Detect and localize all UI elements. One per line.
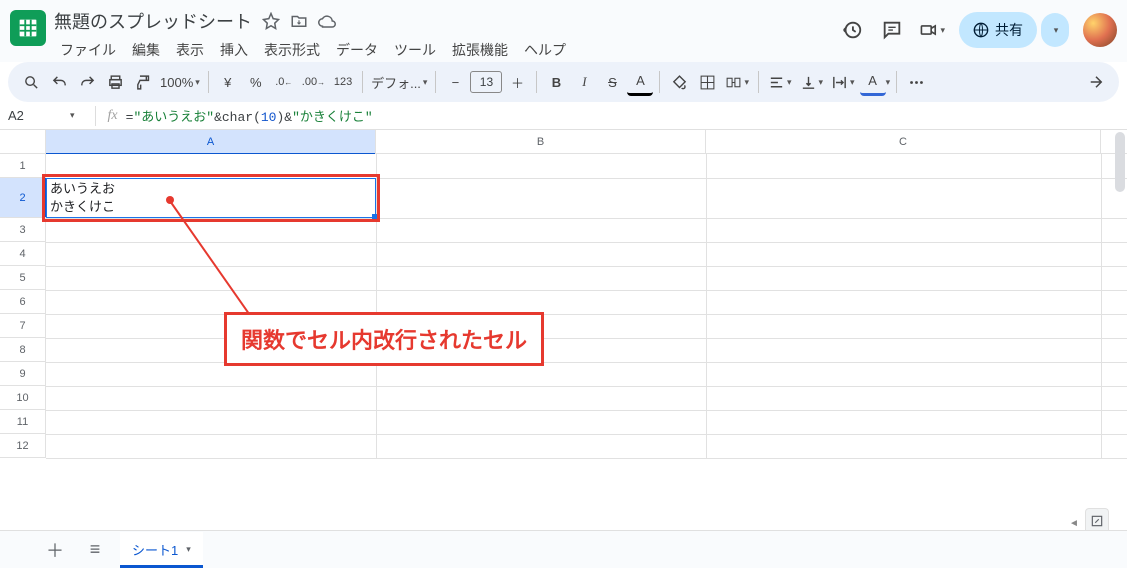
share-label: 共有	[995, 20, 1023, 40]
menu-file[interactable]: ファイル	[54, 36, 122, 64]
borders-button[interactable]	[694, 68, 720, 96]
sheets-logo[interactable]	[10, 10, 46, 46]
doc-title[interactable]: 無題のスプレッドシート	[54, 8, 252, 34]
annotation-callout: 関数でセル内改行されたセル	[224, 312, 544, 366]
text-rotation-button[interactable]: A	[860, 68, 886, 96]
spreadsheet-grid[interactable]: A B C 1 2 3 4 5 6 7 8 9 10 11 12	[0, 130, 1127, 530]
annotation-line	[169, 200, 258, 326]
fontsize-increase[interactable]: ＋	[504, 68, 530, 96]
move-icon[interactable]	[290, 12, 308, 30]
sheet-tab-bar: ＋ ≡ シート1 ▾	[0, 530, 1127, 568]
account-avatar[interactable]	[1083, 13, 1117, 47]
sheet-tab-1[interactable]: シート1 ▾	[120, 532, 203, 568]
more-formats-button[interactable]: 123	[330, 68, 356, 96]
currency-button[interactable]: ¥	[215, 68, 241, 96]
explore-button[interactable]	[1085, 508, 1109, 530]
row-header-11[interactable]: 11	[0, 410, 46, 434]
menu-view[interactable]: 表示	[170, 36, 210, 64]
vertical-scrollbar[interactable]	[1112, 130, 1127, 530]
redo-icon[interactable]	[74, 68, 100, 96]
bold-button[interactable]: B	[543, 68, 569, 96]
menu-extensions[interactable]: 拡張機能	[446, 36, 514, 64]
star-icon[interactable]	[262, 12, 280, 30]
menu-data[interactable]: データ	[330, 36, 384, 64]
merge-button[interactable]: ▾	[722, 68, 752, 96]
sheet-tab-label: シート1	[132, 540, 178, 559]
search-menus-icon[interactable]	[18, 68, 44, 96]
print-icon[interactable]	[102, 68, 128, 96]
row-header-4[interactable]: 4	[0, 242, 46, 266]
col-header-a[interactable]: A	[46, 130, 376, 153]
formula-input[interactable]: ="あいうえお"&char(10)&"かきくけこ"	[126, 106, 373, 125]
decrease-decimal-icon[interactable]: .0←	[271, 68, 297, 96]
horizontal-scrollbar[interactable]	[46, 517, 1065, 530]
row-header-2[interactable]: 2	[0, 178, 46, 218]
row-header-1[interactable]: 1	[0, 154, 46, 178]
row-header-5[interactable]: 5	[0, 266, 46, 290]
share-dropdown[interactable]: ▾	[1041, 13, 1069, 47]
fontsize-decrease[interactable]: −	[442, 68, 468, 96]
row-header-9[interactable]: 9	[0, 362, 46, 386]
sidepanel-toggle-icon[interactable]	[1083, 68, 1109, 96]
row-header-3[interactable]: 3	[0, 218, 46, 242]
all-sheets-button[interactable]: ≡	[80, 535, 110, 565]
row-header-7[interactable]: 7	[0, 314, 46, 338]
menu-help[interactable]: ヘルプ	[518, 36, 572, 64]
text-color-button[interactable]: A	[627, 68, 653, 96]
italic-button[interactable]: I	[571, 68, 597, 96]
menu-format[interactable]: 表示形式	[258, 36, 326, 64]
menubar: ファイル 編集 表示 挿入 表示形式 データ ツール 拡張機能 ヘルプ	[54, 36, 839, 64]
formula-bar: A2 ▾ fx ="あいうえお"&char(10)&"かきくけこ"	[0, 102, 1127, 130]
row-header-6[interactable]: 6	[0, 290, 46, 314]
comments-icon[interactable]	[879, 17, 905, 43]
zoom-select[interactable]: 100%▾	[158, 68, 202, 96]
paint-format-icon[interactable]	[130, 68, 156, 96]
sheet-tab-menu-icon[interactable]: ▾	[186, 544, 191, 555]
font-select[interactable]: デフォ...▾	[369, 68, 429, 96]
fontsize-input[interactable]: 13	[470, 71, 502, 93]
namebox-dropdown-icon[interactable]: ▾	[70, 110, 75, 121]
fx-icon: fx	[108, 108, 118, 124]
strike-button[interactable]: S	[599, 68, 625, 96]
history-icon[interactable]	[839, 17, 865, 43]
toolbar-more-icon[interactable]	[903, 68, 929, 96]
percent-button[interactable]: %	[243, 68, 269, 96]
menu-insert[interactable]: 挿入	[214, 36, 254, 64]
menu-edit[interactable]: 編集	[126, 36, 166, 64]
valign-button[interactable]: ▾	[797, 68, 827, 96]
undo-icon[interactable]	[46, 68, 72, 96]
scroll-left-icon[interactable]: ◄	[1065, 517, 1083, 530]
row-header-8[interactable]: 8	[0, 338, 46, 362]
share-button[interactable]: 共有	[959, 12, 1037, 48]
add-sheet-button[interactable]: ＋	[40, 535, 70, 565]
name-box[interactable]: A2	[8, 108, 68, 123]
increase-decimal-icon[interactable]: .00→	[299, 68, 328, 96]
col-header-b[interactable]: B	[376, 130, 706, 153]
halign-button[interactable]: ▾	[765, 68, 795, 96]
col-header-c[interactable]: C	[706, 130, 1101, 153]
row-header-10[interactable]: 10	[0, 386, 46, 410]
cloud-status-icon[interactable]	[318, 12, 336, 30]
fill-handle[interactable]	[372, 214, 378, 220]
row-header-12[interactable]: 12	[0, 434, 46, 458]
select-all-corner[interactable]	[0, 130, 46, 153]
meet-icon[interactable]: ▾	[919, 17, 945, 43]
fill-color-button[interactable]	[666, 68, 692, 96]
wrap-button[interactable]: ▾	[828, 68, 858, 96]
cell-a2-value: あいうえお かきくけこ	[50, 180, 115, 216]
menu-tools[interactable]: ツール	[388, 36, 442, 64]
toolbar: 100%▾ ¥ % .0← .00→ 123 デフォ...▾ − 13 ＋ B …	[8, 62, 1119, 102]
